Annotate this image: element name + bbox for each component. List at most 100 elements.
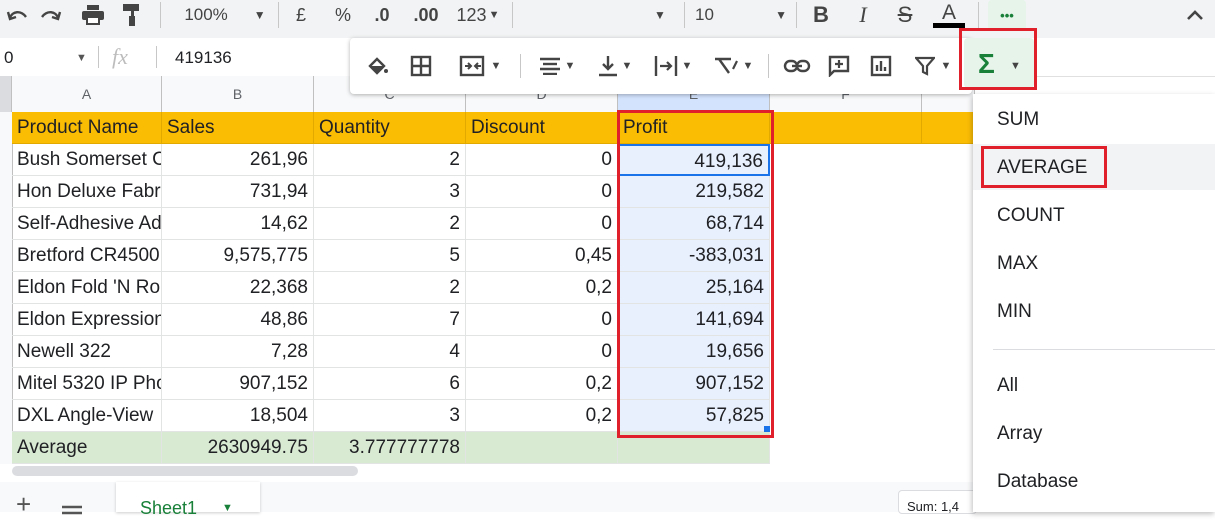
cell-product-name[interactable]: DXL Angle-View [12, 400, 162, 432]
tab-sheet1[interactable]: Sheet1 ▼ [116, 482, 260, 518]
menu-item-max[interactable]: MAX [997, 253, 1038, 275]
header-empty-f[interactable] [770, 112, 922, 144]
cell-product-name[interactable]: Eldon Fold 'N Roll [12, 272, 162, 304]
name-box[interactable]: 0 ▼ [4, 38, 88, 76]
merge-cells-button[interactable]: ▼ [450, 50, 510, 82]
percent-button[interactable]: % [330, 0, 356, 30]
formula-input[interactable]: 419136 [175, 38, 232, 76]
insert-comment-icon[interactable] [824, 50, 854, 82]
print-icon[interactable] [78, 0, 108, 30]
strikethrough-button[interactable]: S [892, 0, 918, 30]
vertical-align-button[interactable]: ▼ [590, 50, 640, 82]
paint-format-icon[interactable] [116, 0, 146, 30]
insert-link-icon[interactable] [780, 50, 814, 82]
chevron-down-icon: ▼ [621, 60, 633, 72]
column-header-a[interactable]: A [12, 76, 162, 112]
cell-product-name[interactable]: Newell 322 [12, 336, 162, 368]
collapse-toolbar-icon[interactable] [1182, 0, 1208, 30]
header-empty-g[interactable] [922, 112, 975, 144]
chevron-down-icon: ▼ [681, 60, 693, 72]
average-discount[interactable] [466, 432, 618, 464]
select-all-corner[interactable] [0, 76, 12, 112]
cell-sales[interactable]: 18,504 [162, 400, 314, 432]
cell-quantity[interactable]: 3 [314, 400, 466, 432]
cell-sales[interactable]: 48,86 [162, 304, 314, 336]
cell-sales[interactable]: 731,94 [162, 176, 314, 208]
cell-discount[interactable]: 0 [466, 176, 618, 208]
undo-icon[interactable] [2, 0, 32, 30]
tab-sheet1-label: Sheet1 [140, 498, 198, 518]
header-product-name[interactable]: Product Name [12, 112, 162, 144]
cell-discount[interactable]: 0 [466, 304, 618, 336]
borders-icon[interactable] [406, 50, 436, 82]
horizontal-align-button[interactable]: ▼ [532, 50, 582, 82]
profit-column-highlight [617, 110, 774, 438]
add-sheet-icon[interactable]: + [16, 491, 31, 517]
chevron-down-icon: ▼ [775, 8, 787, 22]
sum-status-button[interactable]: Sum: 1,4 [898, 490, 977, 514]
more-formats-label: 123 [456, 4, 487, 25]
cell-quantity[interactable]: 3 [314, 176, 466, 208]
cell-quantity[interactable]: 2 [314, 144, 466, 176]
column-header-b[interactable]: B [162, 76, 314, 112]
bold-button[interactable]: B [808, 0, 834, 30]
currency-button[interactable]: £ [288, 0, 314, 30]
cell-discount[interactable]: 0 [466, 336, 618, 368]
cell-sales[interactable]: 7,28 [162, 336, 314, 368]
cell-quantity[interactable]: 2 [314, 208, 466, 240]
header-discount[interactable]: Discount [466, 112, 618, 144]
cell-discount[interactable]: 0,2 [466, 400, 618, 432]
all-sheets-icon[interactable] [62, 502, 82, 520]
cell-quantity[interactable]: 5 [314, 240, 466, 272]
average-label[interactable]: Average [12, 432, 162, 464]
cell-quantity[interactable]: 7 [314, 304, 466, 336]
cell-discount[interactable]: 0 [466, 144, 618, 176]
cell-product-name[interactable]: Hon Deluxe Fabric [12, 176, 162, 208]
insert-chart-icon[interactable] [866, 50, 896, 82]
increase-decimal-button[interactable]: .00 [408, 0, 444, 30]
cell-quantity[interactable]: 4 [314, 336, 466, 368]
fill-color-icon[interactable] [362, 50, 392, 82]
cell-sales[interactable]: 9,575,775 [162, 240, 314, 272]
cell-discount[interactable]: 0,45 [466, 240, 618, 272]
decrease-decimal-button[interactable]: .0 [368, 0, 396, 30]
menu-item-count[interactable]: COUNT [997, 205, 1065, 227]
cell-sales[interactable]: 261,96 [162, 144, 314, 176]
header-quantity[interactable]: Quantity [314, 112, 466, 144]
cell-discount[interactable]: 0,2 [466, 272, 618, 304]
italic-button[interactable]: I [850, 0, 876, 30]
cell-quantity[interactable]: 6 [314, 368, 466, 400]
more-options-button[interactable]: ••• [988, 0, 1026, 30]
menu-item-min[interactable]: MIN [997, 301, 1032, 323]
cell-product-name[interactable]: Eldon Expressions [12, 304, 162, 336]
text-rotation-button[interactable]: ▼ [708, 50, 758, 82]
header-sales[interactable]: Sales [162, 112, 314, 144]
cell-product-name[interactable]: Mitel 5320 IP Phone [12, 368, 162, 400]
font-family-dropdown-icon[interactable]: ▼ [650, 0, 670, 30]
menu-category-array[interactable]: Array [997, 423, 1042, 445]
zoom-select[interactable]: 100% ▼ [180, 0, 270, 30]
filter-button[interactable]: ▼ [908, 50, 958, 82]
cell-sales[interactable]: 907,152 [162, 368, 314, 400]
cell-product-name[interactable]: Bretford CR4500 [12, 240, 162, 272]
average-quantity[interactable]: 3.777777778 [314, 432, 466, 464]
horizontal-scrollbar[interactable] [12, 466, 358, 476]
more-formats-button[interactable]: 123 ▼ [450, 0, 506, 30]
text-color-button[interactable]: A [932, 0, 966, 30]
average-sales[interactable]: 2630949.75 [162, 432, 314, 464]
menu-item-sum[interactable]: SUM [997, 109, 1039, 131]
sheet-grid: Product Name Sales Quantity Discount Pro… [0, 110, 975, 512]
functions-button-highlight [959, 28, 1037, 90]
menu-category-database[interactable]: Database [997, 471, 1078, 493]
menu-category-all[interactable]: All [997, 375, 1018, 397]
font-size-select[interactable]: 10 ▼ [695, 0, 787, 30]
redo-icon[interactable] [36, 0, 66, 30]
cell-quantity[interactable]: 2 [314, 272, 466, 304]
text-wrapping-button[interactable]: ▼ [648, 50, 698, 82]
cell-sales[interactable]: 22,368 [162, 272, 314, 304]
cell-discount[interactable]: 0 [466, 208, 618, 240]
cell-product-name[interactable]: Self-Adhesive Address [12, 208, 162, 240]
cell-sales[interactable]: 14,62 [162, 208, 314, 240]
cell-product-name[interactable]: Bush Somerset Collection Bookcase [12, 144, 162, 176]
cell-discount[interactable]: 0,2 [466, 368, 618, 400]
